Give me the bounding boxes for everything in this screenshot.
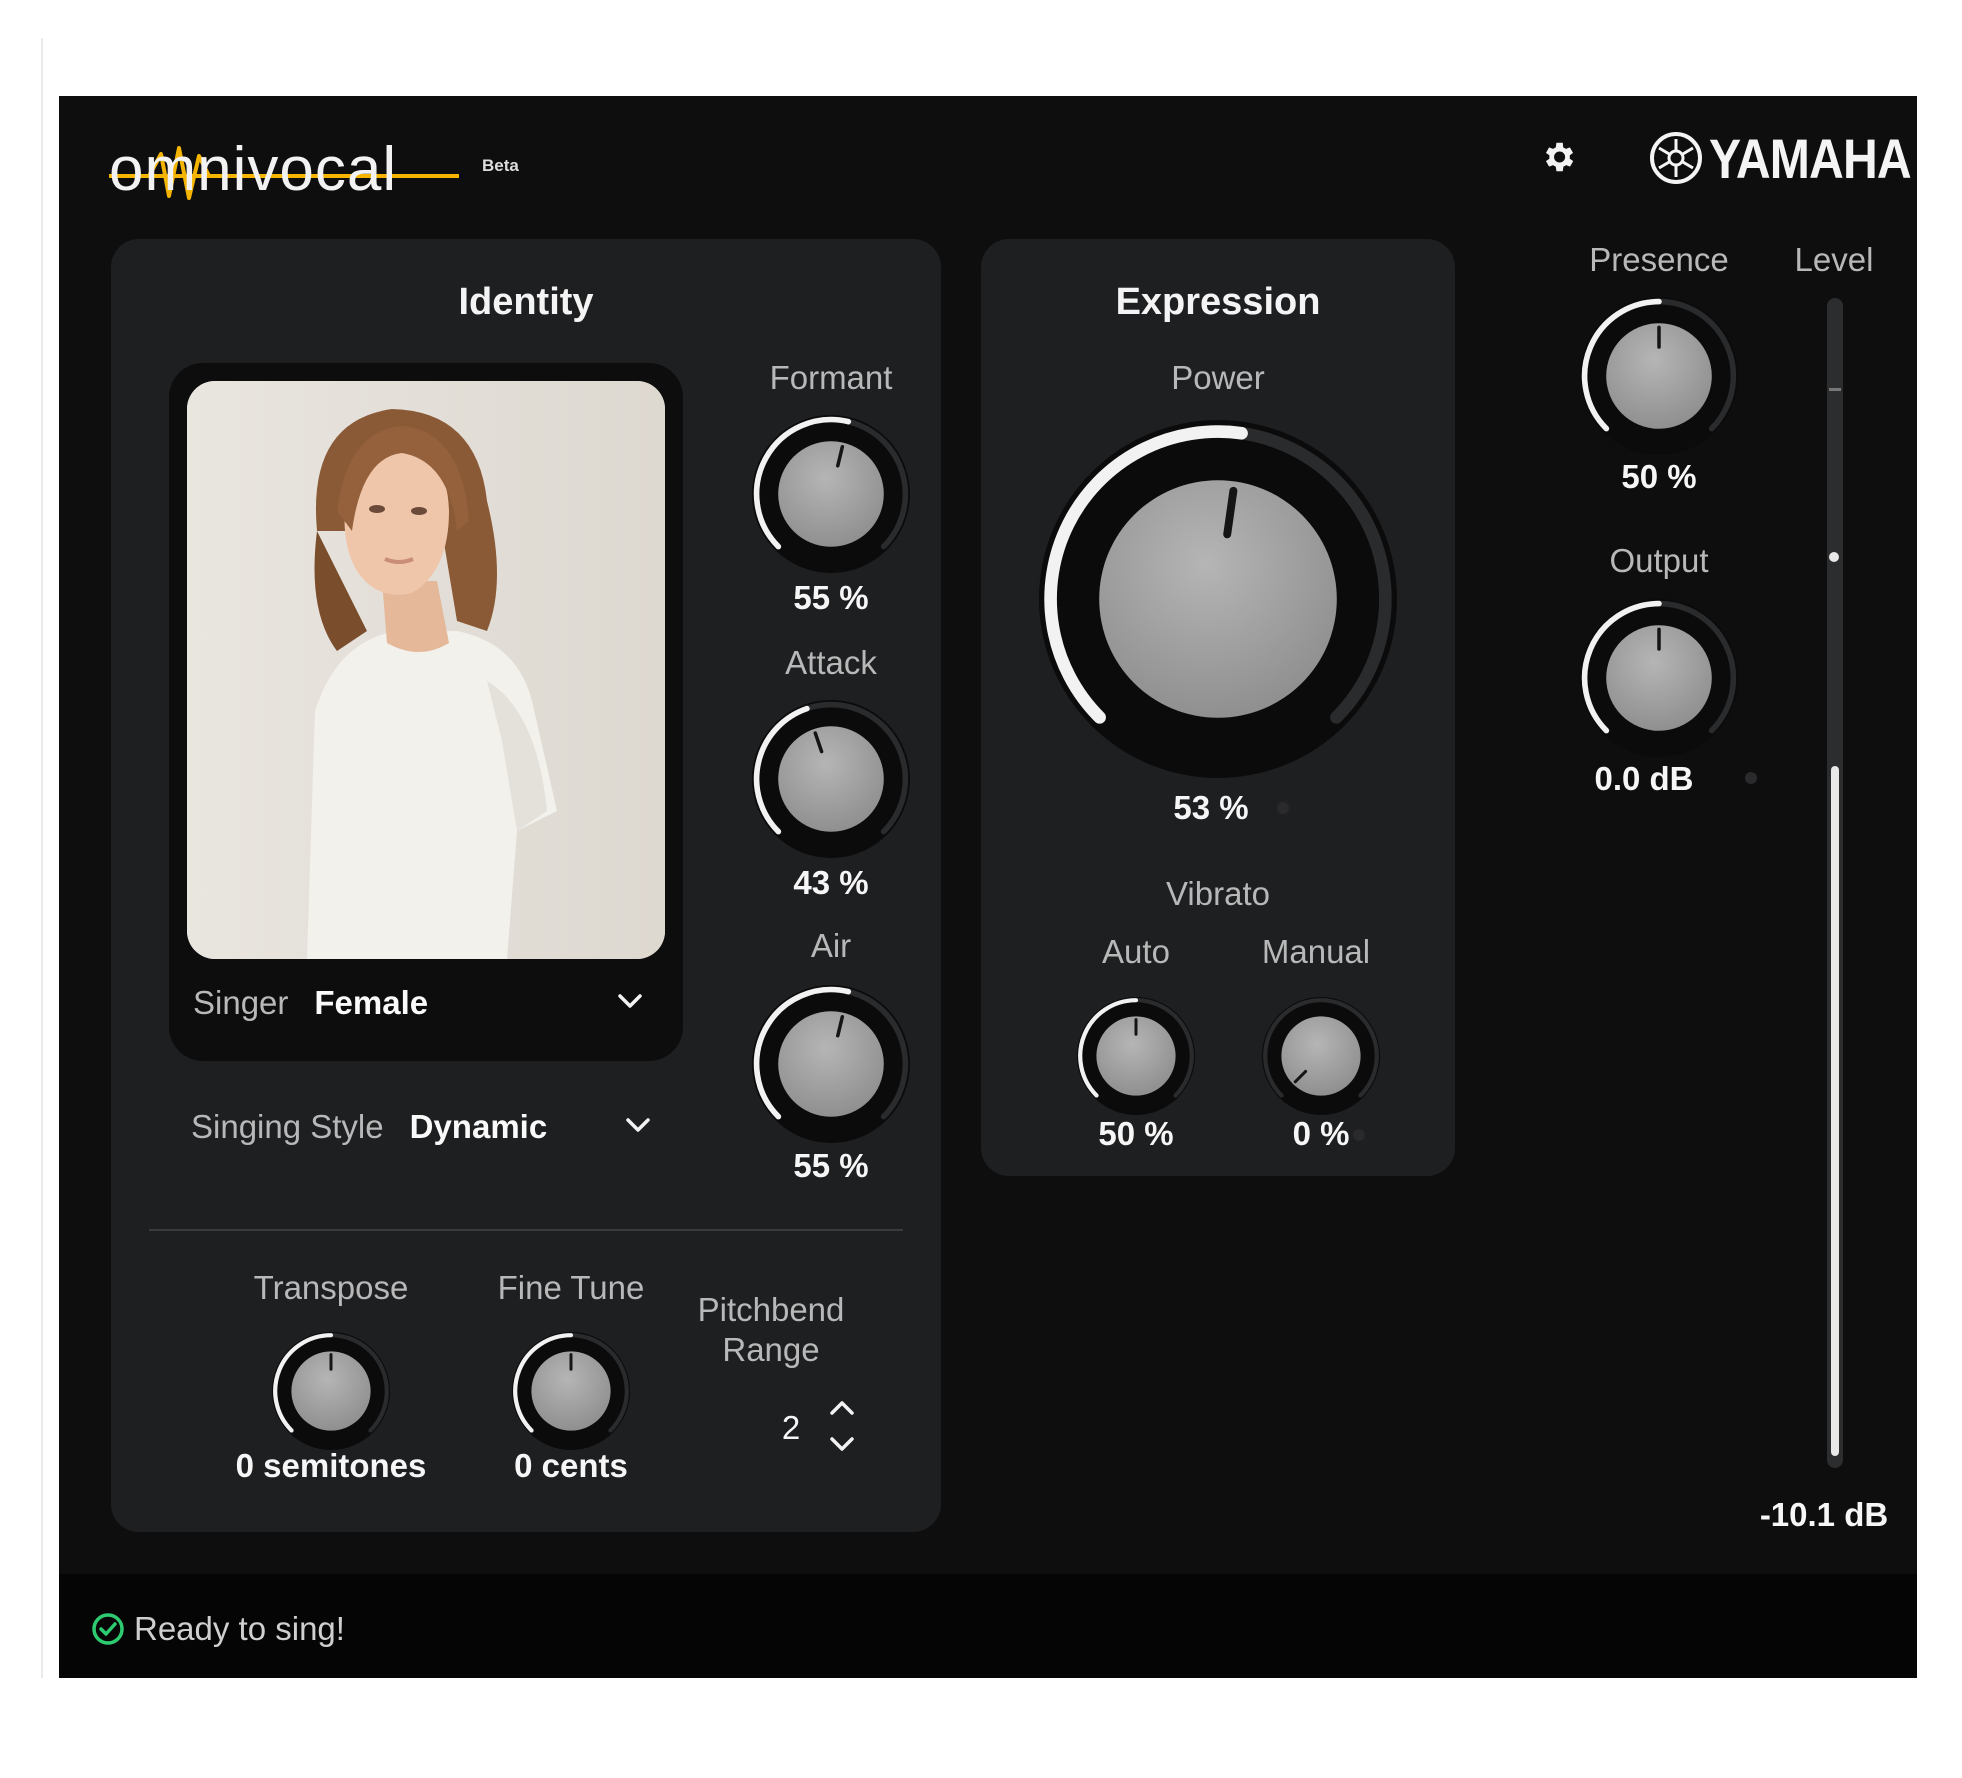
singer-photo [187,381,665,959]
chevron-up-icon [830,1401,854,1415]
formant-label: Formant [769,359,893,396]
singer-card: Singer Female [169,363,683,1061]
chevron-down-icon [618,994,642,1008]
plugin-window: omnivocal Beta YAMAHA Identity Singer Fe… [59,96,1917,1678]
chevron-down-icon [626,1118,650,1132]
singing-style-label: Singing Style [191,1108,384,1145]
power-knob[interactable] [1038,419,1398,779]
singing-style-value: Dynamic [409,1108,548,1145]
presence-knob[interactable] [1579,296,1739,456]
vibrato-auto-value: 50 % [1098,1115,1174,1152]
window-edge [41,38,43,1678]
yamaha-logo: YAMAHA [1649,126,1917,190]
chevron-down-icon [830,1437,854,1451]
singer-dropdown[interactable]: Singer Female [193,973,663,1033]
formant-value: 55 % [793,579,869,616]
output-indicator-dot [1745,772,1757,784]
level-meter-marker[interactable] [1829,552,1839,562]
presence-label: Presence [1589,241,1729,278]
singer-label: Singer [193,984,289,1021]
brand-name: YAMAHA [1709,126,1912,190]
level-peak-marker [1829,388,1841,391]
settings-gear-icon[interactable] [1539,138,1577,176]
fine-tune-knob[interactable] [511,1331,631,1451]
manual-indicator-dot [1353,1129,1365,1141]
status-text: Ready to sing! [134,1610,345,1647]
attack-label: Attack [785,644,877,681]
presence-value: 50 % [1621,458,1697,495]
singing-style-dropdown[interactable]: Singing Style Dynamic [191,1097,671,1157]
check-circle-icon [92,1613,124,1645]
omnivocal-logo: omnivocal Beta [109,126,519,216]
air-knob[interactable] [751,984,911,1144]
transpose-knob[interactable] [271,1331,391,1451]
identity-divider [149,1229,903,1231]
vibrato-auto-knob[interactable] [1076,996,1196,1116]
transpose-value: 0 semitones [235,1447,427,1484]
formant-knob[interactable] [751,414,911,574]
power-label: Power [1171,359,1265,396]
air-label: Air [810,927,852,964]
expression-title: Expression [1115,281,1321,323]
pitchbend-label-line1: Pitchbend [697,1291,845,1328]
pitchbend-stepper[interactable] [827,1397,857,1460]
singer-value: Female [314,984,429,1021]
power-indicator-dot [1277,802,1289,814]
vibrato-auto-label: Auto [1102,933,1170,970]
identity-title: Identity [458,281,594,323]
vibrato-manual-value: 0 % [1292,1115,1350,1152]
output-label: Output [1609,542,1709,579]
status-bar: Ready to sing! [59,1574,1917,1678]
level-meter-fill [1831,766,1839,1456]
level-value: -10.1 dB [1759,1496,1889,1533]
output-knob[interactable] [1579,598,1739,758]
vibrato-label: Vibrato [1166,875,1270,912]
identity-panel: Identity Singer Female Singing Style Dyn… [111,239,941,1532]
fine-tune-value: 0 cents [514,1447,628,1484]
fine-tune-label: Fine Tune [497,1269,645,1306]
yamaha-tuning-forks-icon [1650,132,1702,184]
vibrato-manual-label: Manual [1261,933,1371,970]
vibrato-manual-knob[interactable] [1261,996,1381,1116]
level-label: Level [1794,241,1874,278]
pitchbend-value: 2 [781,1409,801,1446]
air-value: 55 % [793,1147,869,1184]
expression-panel: Expression Power 53 % Vibrato Auto Manua… [981,239,1455,1176]
beta-label: Beta [482,156,519,175]
transpose-label: Transpose [253,1269,409,1306]
pitchbend-label-line2: Range [722,1331,820,1368]
attack-value: 43 % [793,864,869,901]
logo-text: omnivocal [109,135,398,204]
attack-knob[interactable] [751,699,911,859]
output-value: 0.0 dB [1594,760,1694,797]
